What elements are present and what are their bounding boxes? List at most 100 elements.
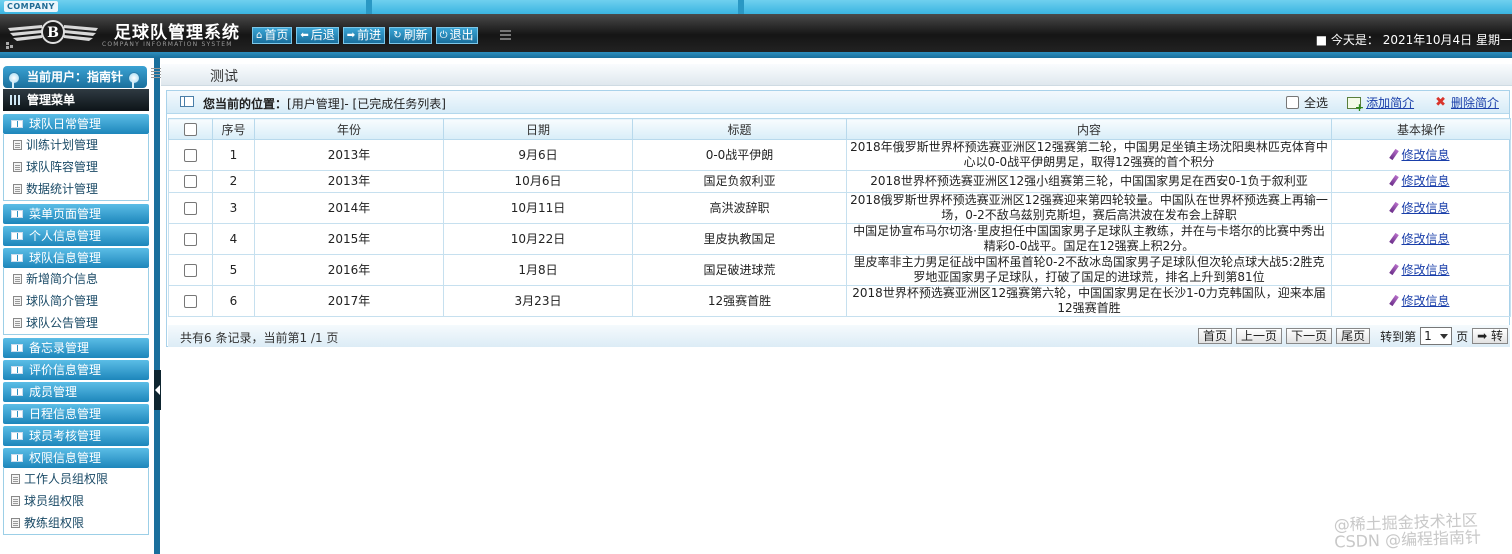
strip-separator	[738, 0, 744, 14]
cell-content: 里皮率非主力男足征战中国杯虽首轮0-2不敌冰岛国家男子足球队但次轮点球大战5:2…	[846, 254, 1332, 286]
sidebar-section-members[interactable]: 成员管理	[3, 382, 149, 402]
sidebar-item-staff-perms[interactable]: 工作人员组权限	[4, 468, 148, 490]
header-checkbox[interactable]	[184, 123, 197, 136]
sidebar-section-personal-info[interactable]: 个人信息管理	[3, 226, 149, 246]
row-checkbox-cell	[168, 139, 213, 171]
tab-grip-icon	[151, 68, 161, 80]
collapse-sidebar-icon[interactable]	[154, 370, 161, 410]
pencil-icon	[1389, 263, 1400, 275]
column-header: 年份	[254, 118, 444, 140]
sidebar: 球队日常管理 训练计划管理 球队阵容管理 数据统计管理 菜单页面管理 个人信息管…	[3, 114, 149, 538]
document-icon	[11, 518, 20, 528]
row-checkbox[interactable]	[184, 263, 197, 277]
back-button[interactable]: ⬅ 后退	[296, 27, 339, 44]
book-icon	[11, 254, 23, 262]
today-date: ■ 今天是： 2021年10月4日 星期一	[1315, 33, 1512, 47]
prev-page-button[interactable]: 上一页	[1236, 328, 1283, 344]
pencil-icon	[1389, 294, 1400, 306]
first-page-button[interactable]: 首页	[1198, 328, 1233, 344]
section-label: 球队信息管理	[29, 251, 102, 265]
section-label: 日程信息管理	[29, 407, 102, 421]
sidebar-section-permissions[interactable]: 权限信息管理	[3, 448, 149, 468]
cell-title: 里皮执教国足	[632, 223, 847, 255]
book-icon	[11, 366, 23, 374]
row-checkbox-cell	[168, 285, 213, 317]
sidebar-item-team-notice[interactable]: 球队公告管理	[4, 312, 148, 334]
sidebar-item-coach-perms[interactable]: 教练组权限	[4, 512, 148, 534]
sidebar-item-team-lineup[interactable]: 球队阵容管理	[4, 156, 148, 178]
item-label: 训练计划管理	[26, 138, 99, 152]
row-checkbox[interactable]	[184, 232, 197, 246]
sidebar-section-menu-pages[interactable]: 菜单页面管理	[3, 204, 149, 224]
select-all-checkbox[interactable]	[1286, 96, 1300, 109]
row-checkbox-cell	[168, 170, 213, 193]
row-checkbox[interactable]	[184, 294, 197, 308]
cell-no: 5	[212, 254, 255, 286]
sidebar-section-evaluation[interactable]: 评价信息管理	[3, 360, 149, 380]
sidebar-section-team-info[interactable]: 球队信息管理	[3, 248, 149, 268]
cell-year: 2016年	[254, 254, 444, 286]
page-select[interactable]: 1	[1420, 327, 1453, 345]
task-table: 序号 年份 日期 标题 内容 基本操作 1 2013年 9月6日 0-0战平伊朗…	[168, 118, 1511, 317]
table-row: 3 2014年 10月11日 高洪波辞职 2018俄罗斯世界杯预选赛亚洲区12强…	[168, 192, 1511, 224]
company-badge: COMPANY	[4, 1, 58, 12]
item-label: 教练组权限	[24, 516, 85, 530]
table-header-row: 序号 年份 日期 标题 内容 基本操作	[168, 118, 1511, 140]
home-button[interactable]: ⌂ 首页	[252, 27, 293, 44]
row-checkbox[interactable]	[184, 175, 197, 188]
section-label: 备忘录管理	[29, 341, 90, 355]
sidebar-section-team-daily[interactable]: 球队日常管理	[3, 114, 149, 134]
edit-link[interactable]: 修改信息	[1401, 232, 1449, 246]
delete-icon: ✖	[1435, 95, 1446, 110]
delete-intro-link[interactable]: 删除简介	[1451, 94, 1499, 111]
sidebar-submenu: 工作人员组权限 球员组权限 教练组权限	[3, 468, 149, 535]
sidebar-section-memo[interactable]: 备忘录管理	[3, 338, 149, 358]
refresh-button[interactable]: ↻ 刷新	[389, 27, 432, 44]
book-icon	[11, 210, 23, 218]
sidebar-item-add-intro[interactable]: 新增简介信息	[4, 268, 148, 290]
cell-actions: 修改信息	[1331, 285, 1511, 317]
next-page-button[interactable]: 下一页	[1286, 328, 1333, 344]
sidebar-splitter[interactable]	[154, 58, 160, 554]
logout-button[interactable]: ⏻ 退出	[435, 27, 478, 44]
app-subtitle: COMPANY INFORMATION SYSTEM	[102, 41, 233, 48]
last-page-button[interactable]: 尾页	[1336, 328, 1371, 344]
table-row: 1 2013年 9月6日 0-0战平伊朗 2018年俄罗斯世界杯预选赛亚洲区12…	[168, 139, 1511, 171]
sidebar-section-schedule[interactable]: 日程信息管理	[3, 404, 149, 424]
cell-title: 高洪波辞职	[632, 192, 847, 224]
pagination-controls: 首页 上一页 下一页 尾页 转到第 1 页 ➡ 转	[1198, 327, 1508, 345]
cell-actions: 修改信息	[1331, 139, 1511, 171]
pencil-icon	[1389, 174, 1400, 187]
sidebar-item-team-intro[interactable]: 球队简介管理	[4, 290, 148, 312]
forward-button[interactable]: ➡ 前进	[342, 27, 386, 44]
power-icon: ⏻	[439, 30, 448, 41]
tab-test[interactable]: 测试	[210, 66, 238, 86]
cell-title: 12强赛首胜	[632, 285, 847, 317]
item-label: 球队简介管理	[26, 294, 99, 308]
sidebar-item-training-plan[interactable]: 训练计划管理	[4, 134, 148, 156]
go-button[interactable]: ➡ 转	[1472, 328, 1508, 344]
row-checkbox[interactable]	[184, 201, 197, 215]
table-row: 4 2015年 10月22日 里皮执教国足 中国足协宣布马尔切洛·里皮担任中国国…	[168, 223, 1511, 255]
edit-link[interactable]: 修改信息	[1401, 148, 1449, 162]
section-label: 菜单页面管理	[29, 207, 102, 221]
document-icon	[11, 496, 20, 506]
cell-content: 2018世界杯预选赛亚洲区12强赛第六轮，中国国家男足在长沙1-0力克韩国队，迎…	[846, 285, 1332, 317]
edit-link[interactable]: 修改信息	[1401, 174, 1449, 188]
section-label: 球队日常管理	[29, 117, 102, 131]
edit-link[interactable]: 修改信息	[1401, 263, 1449, 277]
add-intro-link[interactable]: 添加简介	[1366, 94, 1414, 111]
select-all-label: 全选	[1304, 96, 1329, 110]
book-icon	[11, 120, 23, 128]
watermark: @稀土掘金技术社区 CSDN @编程指南针	[1333, 511, 1481, 552]
management-menu-header: 管理菜单	[3, 89, 149, 111]
row-checkbox-cell	[168, 223, 213, 255]
top-nav: ⌂ 首页 ⬅ 后退 ➡ 前进 ↻ 刷新 ⏻ 退出	[252, 27, 478, 44]
sidebar-submenu: 训练计划管理 球队阵容管理 数据统计管理	[3, 134, 149, 201]
sidebar-item-player-perms[interactable]: 球员组权限	[4, 490, 148, 512]
edit-link[interactable]: 修改信息	[1401, 201, 1449, 215]
sidebar-item-data-stats[interactable]: 数据统计管理	[4, 178, 148, 200]
row-checkbox[interactable]	[184, 148, 197, 162]
sidebar-section-player-assessment[interactable]: 球员考核管理	[3, 426, 149, 446]
edit-link[interactable]: 修改信息	[1401, 294, 1449, 308]
